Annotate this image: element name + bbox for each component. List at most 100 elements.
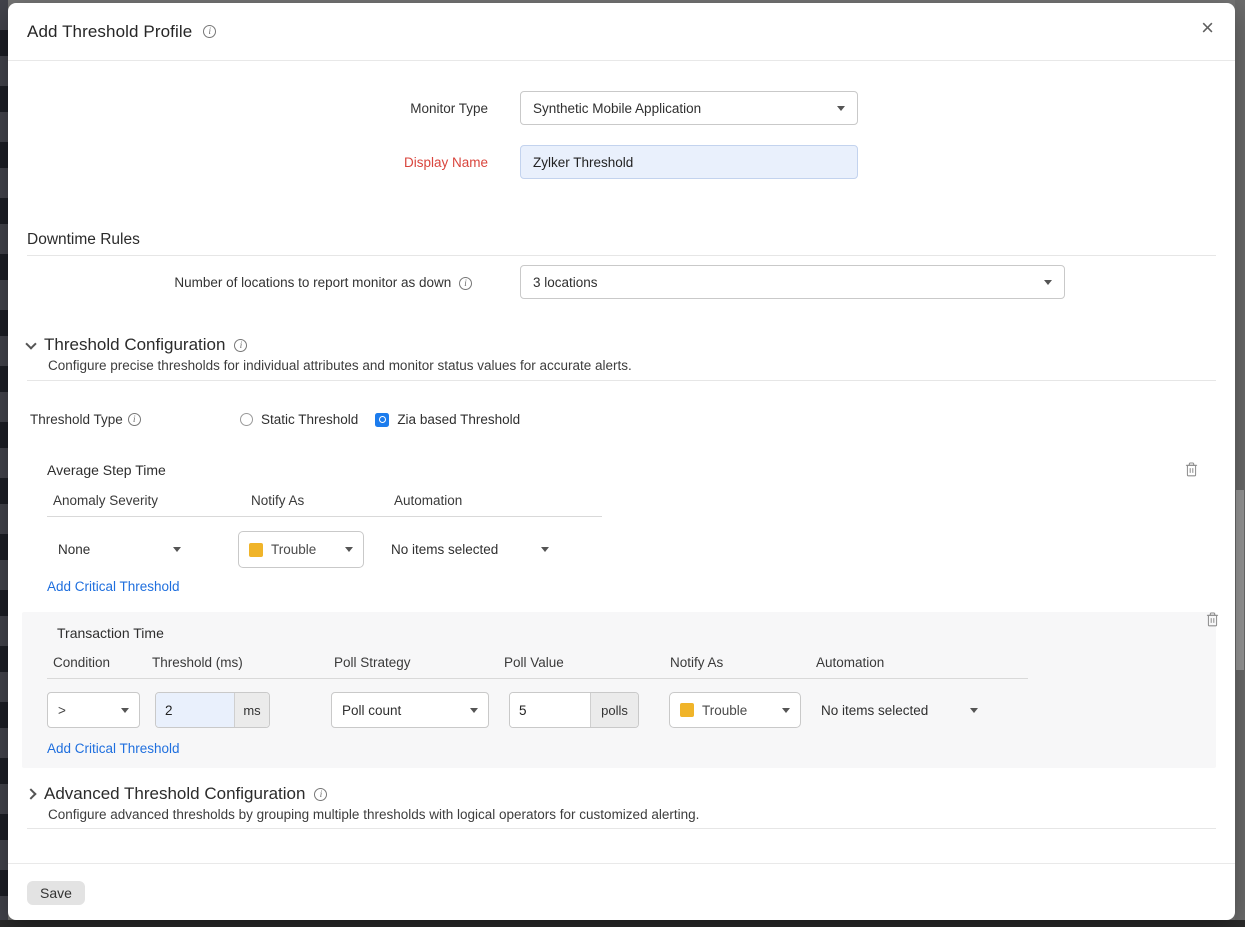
locations-label: Number of locations to report monitor as… [27,275,472,290]
threshold-config-toggle[interactable]: Threshold Configuration i [27,335,1216,355]
page-behind-bottom [0,920,1245,927]
automation-value: No items selected [391,542,498,557]
anomaly-severity-select[interactable]: None [47,542,187,557]
close-icon[interactable]: × [1201,17,1214,39]
display-name-label: Display Name [27,155,488,170]
col-threshold-ms: Threshold (ms) [146,655,328,670]
avg-table-header: Anomaly Severity Notify As Automation [47,493,602,517]
info-icon: i [314,788,327,801]
trouble-color-swatch [680,703,694,717]
info-icon: i [203,25,216,38]
monitor-type-row: Monitor Type Synthetic Mobile Applicatio… [27,91,1216,125]
col-notify-as: Notify As [245,493,388,508]
advanced-config-description: Configure advanced thresholds by groupin… [48,807,1216,822]
display-name-row: Display Name [27,145,1216,179]
chevron-down-icon [782,708,790,713]
dialog-title: Add Threshold Profile [27,22,192,42]
chevron-down-icon [970,708,978,713]
transaction-time-block: Transaction Time Condition Threshold (ms… [22,612,1216,768]
notify-as-value: Trouble [271,542,345,557]
poll-value-unit-label: polls [590,693,638,727]
chevron-down-icon [541,547,549,552]
transaction-table: Condition Threshold (ms) Poll Strategy P… [47,655,1028,679]
chevron-down-icon [345,547,353,552]
chevron-down-icon [470,708,478,713]
automation-select[interactable]: No items selected [821,703,978,718]
poll-value-input[interactable] [510,693,590,727]
col-notify-as: Notify As [664,655,810,670]
avg-table-row: None Trouble No items selected [47,531,602,568]
dialog-body: Monitor Type Synthetic Mobile Applicatio… [8,61,1235,863]
poll-value-input-group: polls [509,692,639,728]
trash-icon[interactable] [1206,612,1219,627]
chevron-right-icon [25,788,36,799]
threshold-config-description: Configure precise thresholds for individ… [48,358,1216,373]
locations-row: Number of locations to report monitor as… [27,265,1216,299]
trash-icon[interactable] [1185,462,1198,477]
threshold-type-row: Threshold Type i Static Threshold Zia ba… [30,412,1216,427]
monitor-type-value: Synthetic Mobile Application [533,101,837,116]
radio-selected-icon [375,413,389,427]
threshold-unit-label: ms [234,693,269,727]
chevron-down-icon [837,106,845,111]
chevron-down-icon [121,708,129,713]
add-critical-threshold-link[interactable]: Add Critical Threshold [47,579,180,594]
radio-unselected-icon [240,413,253,426]
transaction-table-header: Condition Threshold (ms) Poll Strategy P… [47,655,1028,679]
trouble-color-swatch [249,543,263,557]
col-automation: Automation [810,655,1028,670]
radio-zia-threshold[interactable]: Zia based Threshold [375,412,520,427]
info-icon: i [234,339,247,352]
threshold-type-label-text: Threshold Type [30,412,123,427]
advanced-config-toggle[interactable]: Advanced Threshold Configuration i [27,784,1216,804]
add-threshold-profile-dialog: Add Threshold Profile i × Monitor Type S… [8,3,1235,920]
poll-strategy-value: Poll count [342,703,470,718]
anomaly-severity-value: None [58,542,90,557]
notify-as-select[interactable]: Trouble [238,531,364,568]
threshold-input[interactable] [156,693,234,727]
radio-static-label: Static Threshold [261,412,358,427]
save-button[interactable]: Save [27,881,85,905]
divider [27,380,1216,381]
page-behind-left [0,0,8,927]
divider [27,255,1216,256]
display-name-input[interactable] [520,145,858,179]
automation-value: No items selected [821,703,928,718]
condition-value: > [58,703,121,718]
condition-select[interactable]: > [47,692,140,728]
col-automation: Automation [388,493,602,508]
avg-step-time-table: Anomaly Severity Notify As Automation No… [47,493,602,568]
divider [27,828,1216,829]
locations-select[interactable]: 3 locations [520,265,1065,299]
add-critical-threshold-link[interactable]: Add Critical Threshold [47,741,180,756]
dialog-header: Add Threshold Profile i × [8,3,1235,61]
avg-step-time-title: Average Step Time [47,462,1216,478]
col-condition: Condition [47,655,146,670]
monitor-type-select[interactable]: Synthetic Mobile Application [520,91,858,125]
locations-value: 3 locations [533,275,1044,290]
info-icon: i [459,277,472,290]
col-poll-strategy: Poll Strategy [328,655,498,670]
chevron-down-icon [1044,280,1052,285]
advanced-config-title: Advanced Threshold Configuration [44,784,305,804]
poll-strategy-select[interactable]: Poll count [331,692,489,728]
threshold-type-label: Threshold Type i [30,412,240,427]
monitor-type-label: Monitor Type [27,101,488,116]
page-scrollbar-track [1235,0,1245,927]
threshold-config-title: Threshold Configuration [44,335,225,355]
notify-as-select[interactable]: Trouble [669,692,801,728]
radio-static-threshold[interactable]: Static Threshold [240,412,358,427]
col-anomaly-severity: Anomaly Severity [47,493,245,508]
locations-label-text: Number of locations to report monitor as… [174,275,451,290]
page-scrollbar-thumb [1236,490,1244,670]
automation-select[interactable]: No items selected [391,542,549,557]
chevron-down-icon [25,338,36,349]
radio-zia-label: Zia based Threshold [397,412,520,427]
transaction-table-row: > ms Poll count polls Trouble [47,692,1216,728]
col-poll-value: Poll Value [498,655,664,670]
notify-as-value: Trouble [702,703,782,718]
info-icon: i [128,413,141,426]
chevron-down-icon [173,547,181,552]
threshold-input-group: ms [155,692,270,728]
dialog-footer: Save [8,863,1235,920]
